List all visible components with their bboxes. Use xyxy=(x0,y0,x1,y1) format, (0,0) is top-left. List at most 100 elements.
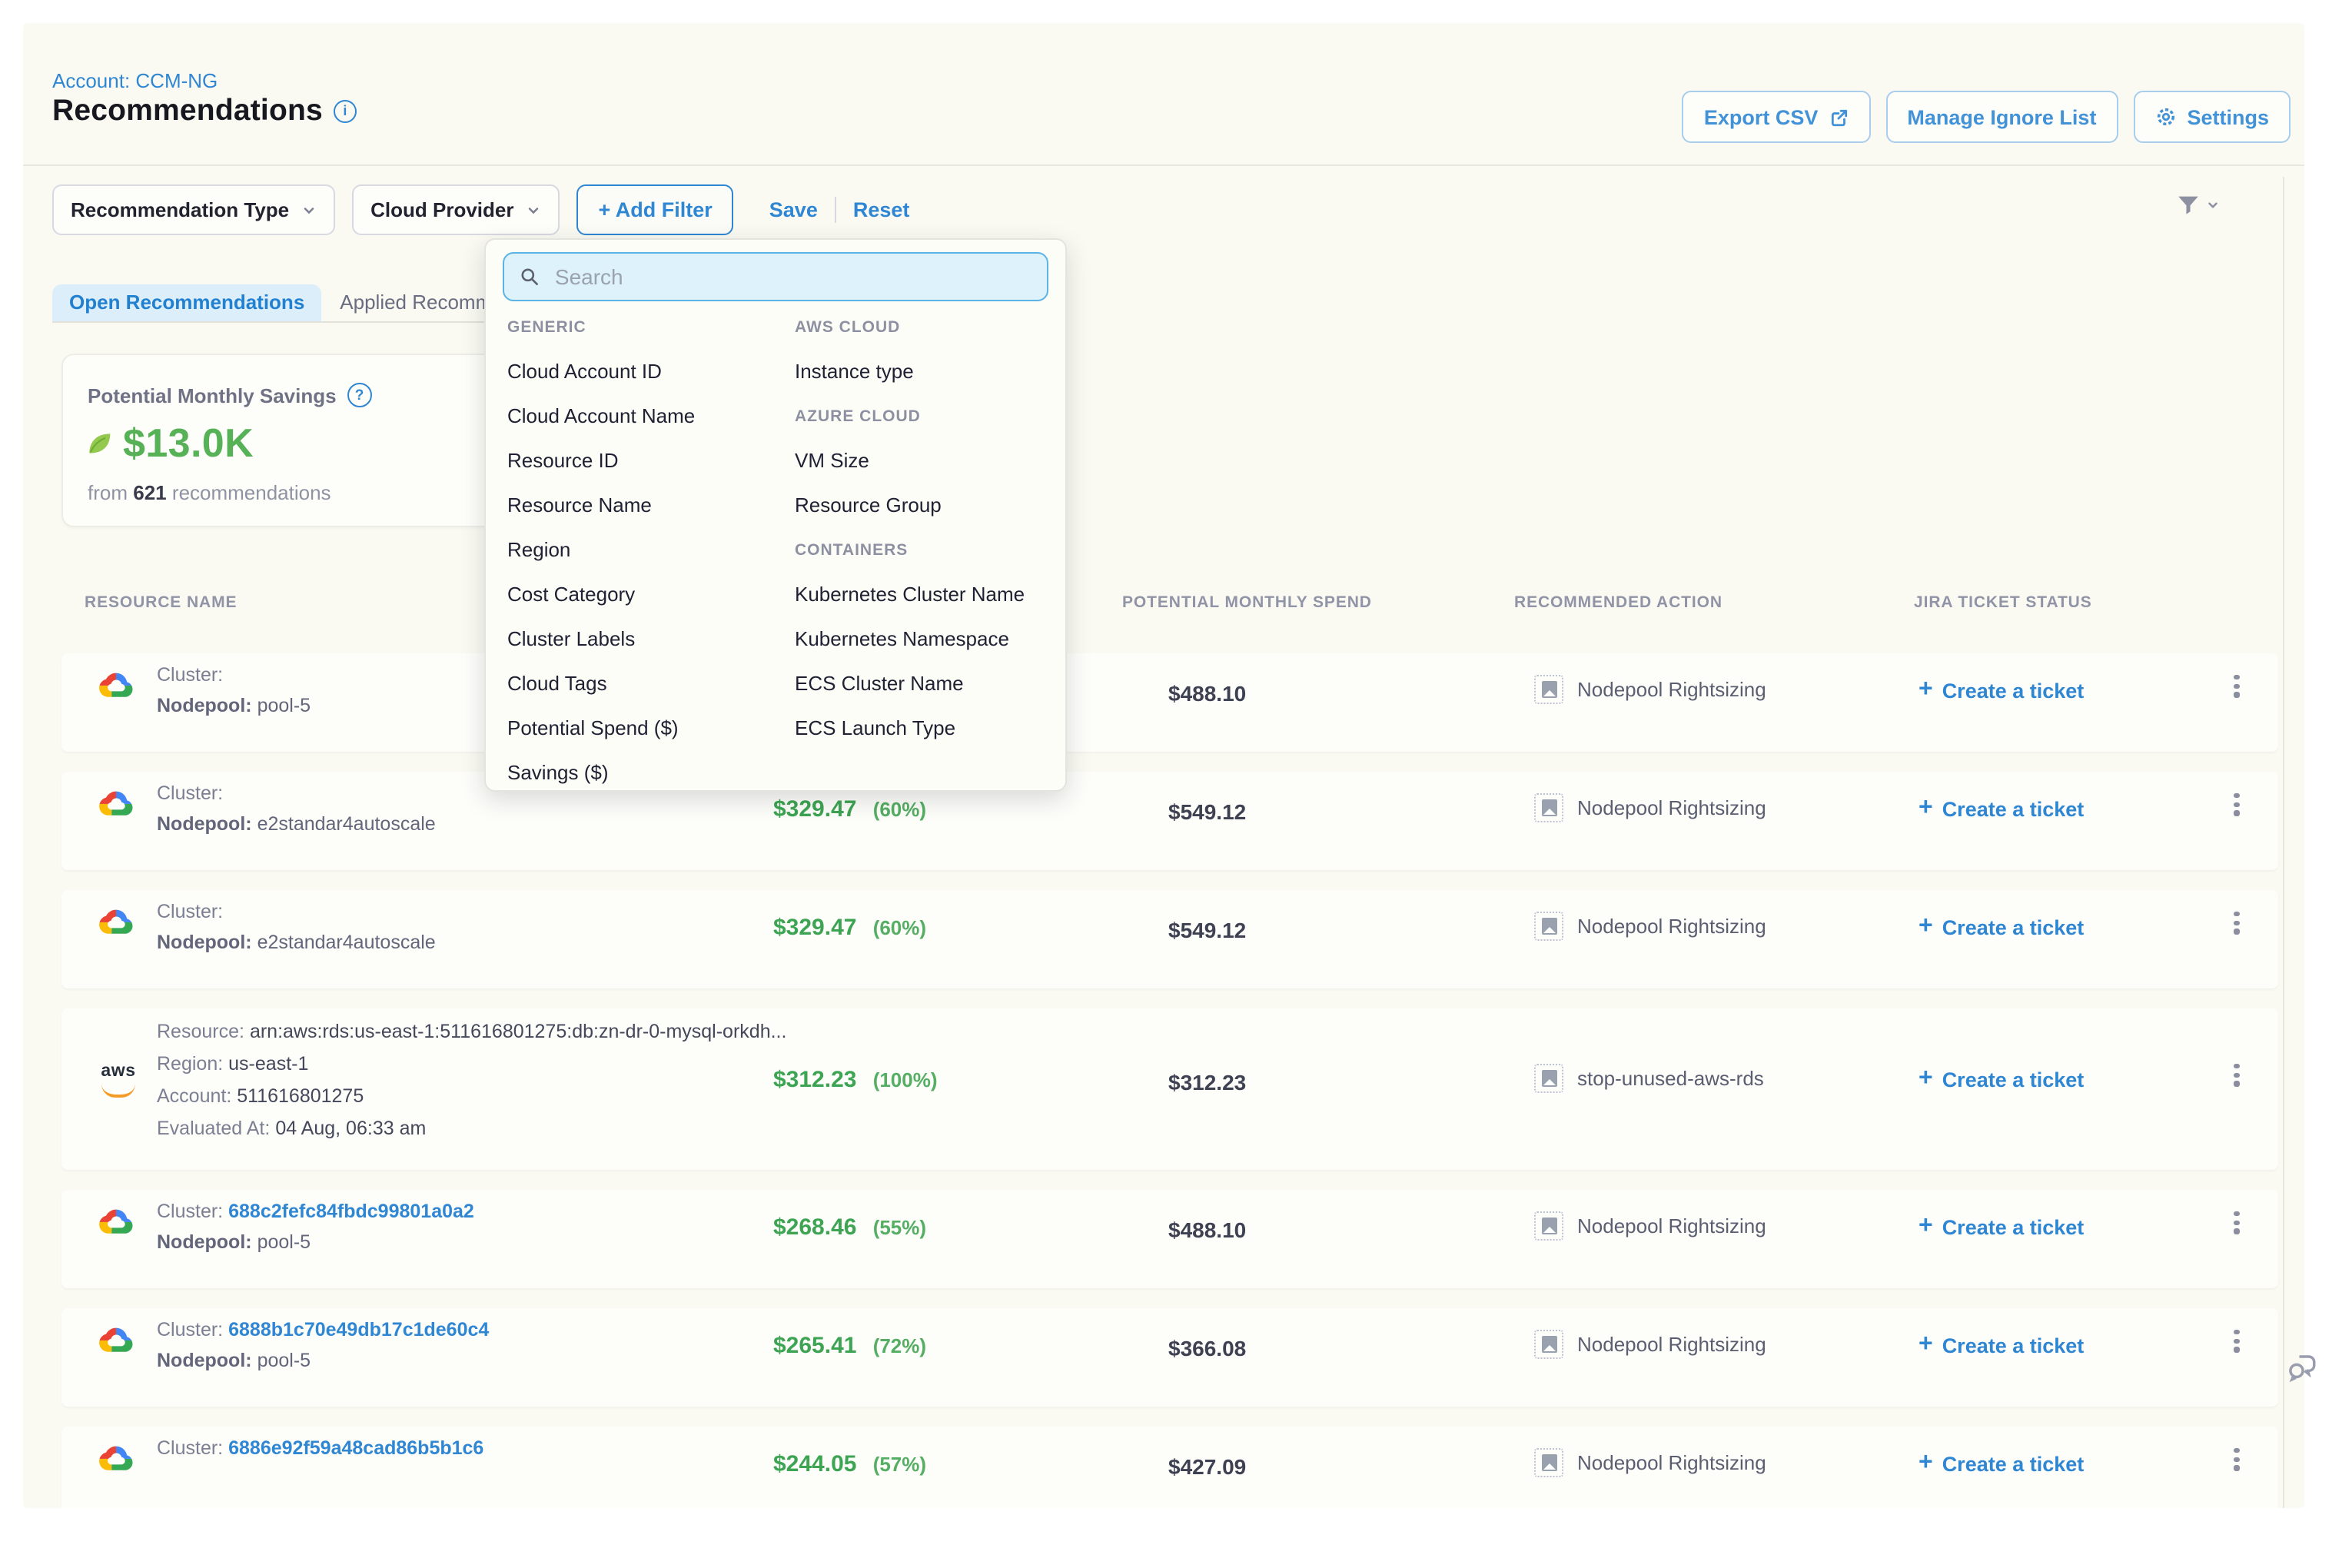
help-icon[interactable]: ? xyxy=(347,383,372,407)
row-menu-kebab[interactable] xyxy=(2226,1448,2247,1470)
recommended-action-label: Nodepool Rightsizing xyxy=(1577,1451,1766,1474)
recommended-action-cell: Nodepool Rightsizing xyxy=(1534,912,1766,941)
resource-arn: arn:aws:rds:us-east-1:511616801275:db:zn… xyxy=(250,1021,787,1042)
search-icon xyxy=(520,266,540,287)
row-menu-kebab[interactable] xyxy=(2226,1064,2247,1086)
plus-icon: + xyxy=(1918,1333,1933,1357)
action-thumbnail-icon xyxy=(1534,1330,1563,1359)
nodepool-label: Nodepool: xyxy=(157,813,252,835)
filter-option-cloud-account-name[interactable]: Cloud Account Name xyxy=(507,404,695,427)
nodepool-label: Nodepool: xyxy=(157,695,252,716)
manage-ignore-list-button[interactable]: Manage Ignore List xyxy=(1885,91,2118,143)
cloud-provider-select[interactable]: Cloud Provider xyxy=(352,184,560,235)
table-row: Cluster: 688c2fefc84fbdc99801a0a2 Nodepo… xyxy=(61,1190,2278,1288)
filter-option-vm-size[interactable]: VM Size xyxy=(795,449,869,472)
create-ticket-button[interactable]: + Create a ticket xyxy=(1918,915,2084,939)
filter-search-input[interactable] xyxy=(552,263,1031,291)
filter-option-kubernetes-cluster-name[interactable]: Kubernetes Cluster Name xyxy=(795,583,1025,606)
potential-monthly-savings-value: $329.47 (60%) xyxy=(773,796,926,824)
export-csv-button[interactable]: Export CSV xyxy=(1683,91,1871,143)
action-thumbnail-icon xyxy=(1534,1448,1563,1477)
savings-subtext: from 621 recommendations xyxy=(88,481,331,504)
breadcrumb-account[interactable]: Account: CCM-NG xyxy=(52,69,218,92)
potential-monthly-spend-value: $488.10 xyxy=(1168,1218,1246,1242)
filter-option-cloud-tags[interactable]: Cloud Tags xyxy=(507,672,607,695)
cluster-link[interactable]: 6888b1c70e49db17c1de60c4 xyxy=(228,1319,489,1340)
create-ticket-button[interactable]: + Create a ticket xyxy=(1918,1214,2084,1239)
external-link-icon xyxy=(1829,107,1849,127)
filter-option-region[interactable]: Region xyxy=(507,538,570,561)
filter-option-resource-id[interactable]: Resource ID xyxy=(507,449,619,472)
row-menu-kebab[interactable] xyxy=(2226,1211,2247,1234)
recommended-action-label: Nodepool Rightsizing xyxy=(1577,678,1766,701)
create-ticket-button[interactable]: + Create a ticket xyxy=(1918,1333,2084,1357)
potential-monthly-savings-value: $244.05 (57%) xyxy=(773,1451,926,1479)
support-chat-icon[interactable] xyxy=(2286,1351,2318,1384)
column-header-recommended-action: RECOMMENDED ACTION xyxy=(1514,593,1722,612)
filter-option-ecs-cluster-name[interactable]: ECS Cluster Name xyxy=(795,672,964,695)
filter-search-box[interactable] xyxy=(503,252,1048,301)
filter-option-resource-group[interactable]: Resource Group xyxy=(795,493,942,517)
row-menu-kebab[interactable] xyxy=(2226,912,2247,934)
add-filter-dropdown: GENERIC Cloud Account ID Cloud Account Nam… xyxy=(484,238,1067,792)
potential-monthly-savings-value: $329.47 (60%) xyxy=(773,915,926,942)
potential-monthly-spend-value: $488.10 xyxy=(1168,681,1246,706)
add-filter-button[interactable]: + Add Filter xyxy=(577,184,734,235)
nodepool-value: pool-5 xyxy=(257,1350,311,1371)
filter-option-ecs-launch-type[interactable]: ECS Launch Type xyxy=(795,716,955,739)
row-menu-kebab[interactable] xyxy=(2226,793,2247,816)
create-ticket-button[interactable]: + Create a ticket xyxy=(1918,1451,2084,1476)
table-row: Cluster: 6888b1c70e49db17c1de60c4 Nodepo… xyxy=(61,1308,2278,1407)
plus-icon: + xyxy=(1918,678,1933,703)
region-value: us-east-1 xyxy=(228,1053,308,1075)
gcp-icon xyxy=(98,1440,134,1476)
filter-panel-toggle[interactable] xyxy=(2175,192,2220,218)
nodepool-label: Nodepool: xyxy=(157,932,252,953)
nodepool-value: pool-5 xyxy=(257,695,311,716)
create-ticket-button[interactable]: + Create a ticket xyxy=(1918,1067,2084,1091)
filter-option-kubernetes-namespace[interactable]: Kubernetes Namespace xyxy=(795,627,1009,650)
export-csv-label: Export CSV xyxy=(1704,105,1819,128)
recommended-action-label: Nodepool Rightsizing xyxy=(1577,1333,1766,1356)
filter-option-resource-name[interactable]: Resource Name xyxy=(507,493,652,517)
account-value: 511616801275 xyxy=(237,1085,364,1107)
tab-open-recommendations[interactable]: Open Recommendations xyxy=(52,284,321,321)
save-filter-button[interactable]: Save xyxy=(769,198,818,221)
filter-option-cost-category[interactable]: Cost Category xyxy=(507,583,635,606)
cluster-label: Cluster: xyxy=(157,901,223,922)
gcp-icon xyxy=(98,667,134,703)
gcp-icon xyxy=(98,786,134,821)
filter-section-generic: GENERIC xyxy=(507,317,586,336)
table-row: Cluster: 6886e92f59a48cad86b5b1c6 $244.0… xyxy=(61,1427,2278,1508)
filter-section-azure-cloud: AZURE CLOUD xyxy=(795,407,921,425)
cluster-link[interactable]: 688c2fefc84fbdc99801a0a2 xyxy=(228,1201,474,1222)
content-right-edge xyxy=(2283,177,2284,1508)
reset-filter-button[interactable]: Reset xyxy=(853,198,910,221)
recommendation-type-select[interactable]: Recommendation Type xyxy=(52,184,335,235)
filter-option-potential-spend[interactable]: Potential Spend ($) xyxy=(507,716,679,739)
potential-monthly-spend-value: $366.08 xyxy=(1168,1336,1246,1360)
row-menu-kebab[interactable] xyxy=(2226,1330,2247,1352)
filter-option-savings[interactable]: Savings ($) xyxy=(507,761,609,784)
cluster-label: Cluster: xyxy=(157,664,223,686)
recommendation-type-label: Recommendation Type xyxy=(71,198,289,221)
row-menu-kebab[interactable] xyxy=(2226,675,2247,697)
aws-icon: aws xyxy=(98,1064,138,1097)
info-icon[interactable]: i xyxy=(334,100,357,123)
create-ticket-button[interactable]: + Create a ticket xyxy=(1918,796,2084,821)
column-header-resource-name: RESOURCE NAME xyxy=(85,593,237,612)
settings-button[interactable]: Settings xyxy=(2133,91,2291,143)
cluster-link[interactable]: 6886e92f59a48cad86b5b1c6 xyxy=(228,1437,483,1459)
cluster-label: Cluster: xyxy=(157,1437,223,1459)
recommended-action-label: Nodepool Rightsizing xyxy=(1577,915,1766,938)
create-ticket-button[interactable]: + Create a ticket xyxy=(1918,678,2084,703)
filter-option-cluster-labels[interactable]: Cluster Labels xyxy=(507,627,635,650)
filter-option-instance-type[interactable]: Instance type xyxy=(795,360,914,383)
savings-amount: $13.0K xyxy=(123,420,254,467)
recommendation-count: 621 xyxy=(133,481,166,504)
filter-option-cloud-account-id[interactable]: Cloud Account ID xyxy=(507,360,662,383)
recommended-action-cell: Nodepool Rightsizing xyxy=(1534,675,1766,704)
nodepool-value: e2standar4autoscale xyxy=(257,813,436,835)
potential-monthly-spend-value: $549.12 xyxy=(1168,918,1246,942)
page-title: Recommendations xyxy=(52,94,323,129)
